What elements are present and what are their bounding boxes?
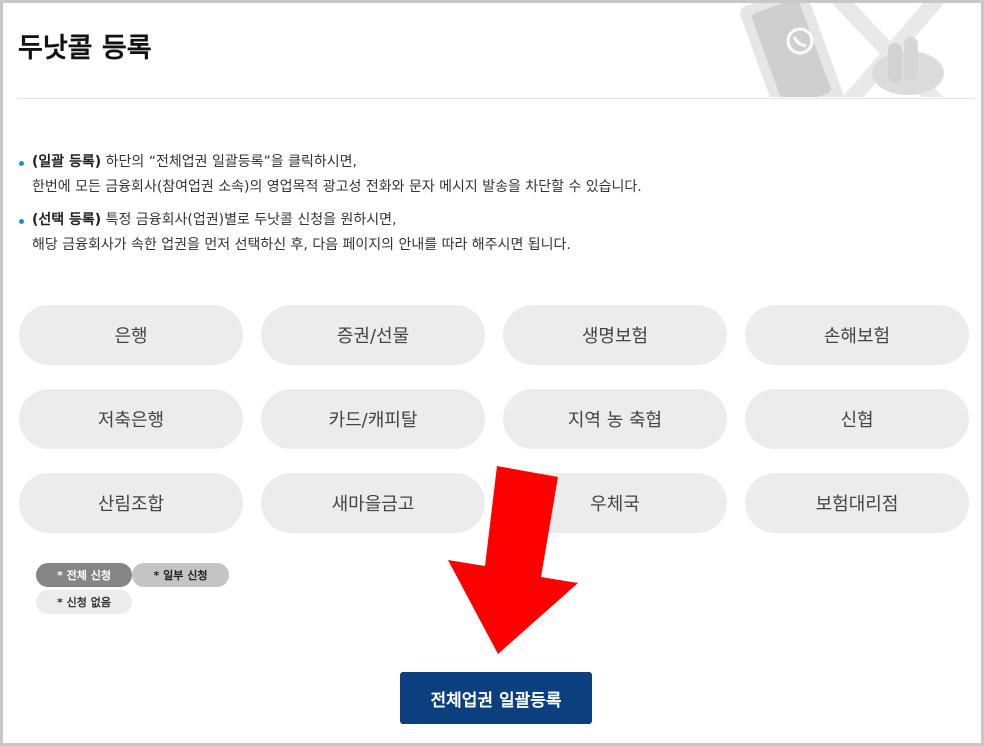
info-item-bulk: (일괄 등록) 하단의 “전체업권 일괄등록”을 클릭하시면, 한번에 모든 금… [18,150,958,200]
category-button-card-capital[interactable]: 카드/캐피탈 [261,389,485,449]
legend-chip-partial: * 일부 신청 [132,563,229,587]
category-button-savings-bank[interactable]: 저축은행 [19,389,243,449]
category-button-non-life-insurance[interactable]: 손해보험 [745,305,969,365]
info-section: (일괄 등록) 하단의 “전체업권 일괄등록”을 클릭하시면, 한번에 모든 금… [18,150,958,258]
down-arrow-icon [448,466,578,654]
info-item-select: (선택 등록) 특정 금융회사(업권)별로 두낫콜 신청을 원하시면, 해당 금… [18,208,958,258]
category-button-local-coop[interactable]: 지역 농 축협 [503,389,727,449]
info-item-bulk-line1: (일괄 등록) 하단의 “전체업권 일괄등록”을 클릭하시면, [32,150,958,175]
category-button-life-insurance[interactable]: 생명보험 [503,305,727,365]
bulk-register-button[interactable]: 전체업권 일괄등록 [400,672,592,724]
category-button-bank[interactable]: 은행 [19,305,243,365]
info-item-select-strong: (선택 등록) [32,212,102,228]
category-button-insurance-agency[interactable]: 보험대리점 [745,473,969,533]
info-item-select-line2: 해당 금융회사가 속한 업권을 먼저 선택하신 후, 다음 페이지의 안내를 따… [32,237,571,253]
page-title: 두낫콜 등록 [18,33,152,64]
category-button-forestry-coop[interactable]: 산림조합 [19,473,243,533]
legend-chip-none: * 신청 없음 [36,590,132,614]
legend-chip-all: * 전체 신청 [36,563,132,587]
bullet-icon [19,219,24,224]
category-button-securities[interactable]: 증권/선물 [261,305,485,365]
info-item-bulk-strong: (일괄 등록) [32,154,102,170]
info-item-bulk-line2: 한번에 모든 금융회사(참여업권 소속)의 영업목적 광고성 전화와 문자 메시… [32,179,642,195]
info-item-bulk-text: 하단의 “전체업권 일괄등록”을 클릭하시면, [101,154,357,170]
title-divider [18,98,974,99]
info-item-select-text: 특정 금융회사(업권)별로 두낫콜 신청을 원하시면, [101,212,397,228]
no-call-illustration [738,3,972,97]
bullet-icon [19,161,24,166]
category-button-credit-union[interactable]: 신협 [745,389,969,449]
info-item-select-line1: (선택 등록) 특정 금융회사(업권)별로 두낫콜 신청을 원하시면, [32,208,958,233]
